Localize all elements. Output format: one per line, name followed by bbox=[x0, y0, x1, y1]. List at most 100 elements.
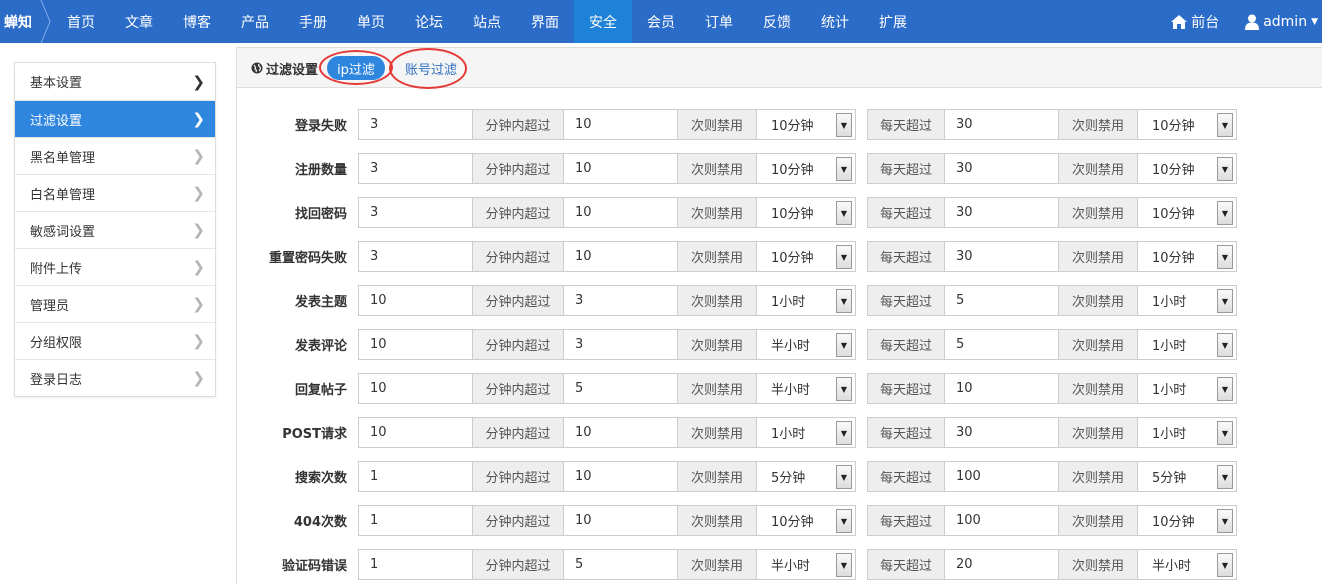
dropdown-arrow-icon[interactable]: ▼ bbox=[1217, 509, 1233, 533]
times-input[interactable]: 3 bbox=[563, 329, 678, 360]
sidebar-item[interactable]: 基本设置 ❯ bbox=[15, 63, 215, 100]
times-input[interactable]: 5 bbox=[563, 549, 678, 580]
times-input[interactable]: 3 bbox=[563, 285, 678, 316]
sidebar-item[interactable]: 过滤设置 ❯ bbox=[15, 100, 215, 137]
minutes-input[interactable]: 3 bbox=[358, 241, 473, 272]
dropdown-arrow-icon[interactable]: ▼ bbox=[1217, 113, 1233, 137]
times-input[interactable]: 10 bbox=[563, 417, 678, 448]
minutes-input[interactable]: 1 bbox=[358, 505, 473, 536]
nav-item[interactable]: 文章 bbox=[110, 0, 168, 43]
daily-input[interactable]: 30 bbox=[944, 197, 1059, 228]
daily-input[interactable]: 5 bbox=[944, 285, 1059, 316]
front-link[interactable]: 前台 bbox=[1171, 12, 1219, 32]
daily-input[interactable]: 100 bbox=[944, 461, 1059, 492]
times-input[interactable]: 10 bbox=[563, 241, 678, 272]
times-input[interactable]: 10 bbox=[563, 505, 678, 536]
daily-over-addon: 每天超过 bbox=[867, 153, 945, 184]
minutes-input[interactable]: 10 bbox=[358, 417, 473, 448]
dropdown-arrow-icon[interactable]: ▼ bbox=[1217, 553, 1233, 577]
dropdown-arrow-icon[interactable]: ▼ bbox=[836, 553, 852, 577]
sidebar-item[interactable]: 白名单管理 ❯ bbox=[15, 174, 215, 211]
nav-item[interactable]: 博客 bbox=[168, 0, 226, 43]
nav-item[interactable]: 扩展 bbox=[864, 0, 922, 43]
dropdown-arrow-icon[interactable]: ▼ bbox=[1217, 421, 1233, 445]
nav-item[interactable]: 论坛 bbox=[400, 0, 458, 43]
nav-item[interactable]: 首页 bbox=[52, 0, 110, 43]
daily-over-addon: 每天超过 bbox=[867, 505, 945, 536]
minutes-over-addon: 分钟内超过 bbox=[472, 197, 564, 228]
dropdown-arrow-icon[interactable]: ▼ bbox=[836, 333, 852, 357]
dropdown-arrow-icon[interactable]: ▼ bbox=[836, 377, 852, 401]
then-ban-addon: 次则禁用 bbox=[677, 153, 757, 184]
minutes-input[interactable]: 3 bbox=[358, 197, 473, 228]
panel-title-text: 过滤设置 bbox=[266, 62, 319, 78]
minutes-input[interactable]: 3 bbox=[358, 153, 473, 184]
nav-item[interactable]: 单页 bbox=[342, 0, 400, 43]
sidebar-item[interactable]: 黑名单管理 ❯ bbox=[15, 137, 215, 174]
nav-item[interactable]: 安全 bbox=[574, 0, 632, 43]
nav-item[interactable]: 订单 bbox=[690, 0, 748, 43]
dropdown-arrow-icon[interactable]: ▼ bbox=[836, 465, 852, 489]
daily-input[interactable]: 5 bbox=[944, 329, 1059, 360]
daily-input[interactable]: 100 bbox=[944, 505, 1059, 536]
nav-item[interactable]: 反馈 bbox=[748, 0, 806, 43]
user-menu[interactable]: admin ▼ bbox=[1245, 14, 1318, 30]
minutes-input[interactable]: 1 bbox=[358, 549, 473, 580]
then-ban-addon: 次则禁用 bbox=[1058, 109, 1138, 140]
dropdown-arrow-icon[interactable]: ▼ bbox=[836, 289, 852, 313]
times-input[interactable]: 5 bbox=[563, 373, 678, 404]
dropdown-arrow-icon[interactable]: ▼ bbox=[836, 113, 852, 137]
daily-input[interactable]: 10 bbox=[944, 373, 1059, 404]
sidebar-item[interactable]: 登录日志 ❯ bbox=[15, 359, 215, 396]
sidebar-item[interactable]: 管理员 ❯ bbox=[15, 285, 215, 322]
nav-item[interactable]: 手册 bbox=[284, 0, 342, 43]
tab-account-filter[interactable]: 账号过滤 bbox=[397, 56, 465, 80]
dropdown-arrow-icon[interactable]: ▼ bbox=[836, 157, 852, 181]
daily-over-addon: 每天超过 bbox=[867, 373, 945, 404]
times-input[interactable]: 10 bbox=[563, 153, 678, 184]
dropdown-arrow-icon[interactable]: ▼ bbox=[836, 421, 852, 445]
minutes-over-addon: 分钟内超过 bbox=[472, 417, 564, 448]
dropdown-arrow-icon[interactable]: ▼ bbox=[1217, 377, 1233, 401]
panel-title: 过滤设置 bbox=[251, 48, 318, 88]
dropdown-arrow-icon[interactable]: ▼ bbox=[1217, 157, 1233, 181]
nav-item[interactable]: 站点 bbox=[458, 0, 516, 43]
times-input[interactable]: 10 bbox=[563, 197, 678, 228]
dropdown-arrow-icon[interactable]: ▼ bbox=[1217, 465, 1233, 489]
dropdown-arrow-icon[interactable]: ▼ bbox=[836, 245, 852, 269]
dropdown-arrow-icon[interactable]: ▼ bbox=[1217, 201, 1233, 225]
then-ban-addon: 次则禁用 bbox=[1058, 549, 1138, 580]
sidebar-item[interactable]: 分组权限 ❯ bbox=[15, 322, 215, 359]
nav-item[interactable]: 产品 bbox=[226, 0, 284, 43]
nav-item[interactable]: 会员 bbox=[632, 0, 690, 43]
daily-over-addon: 每天超过 bbox=[867, 549, 945, 580]
nav-item[interactable]: 界面 bbox=[516, 0, 574, 43]
user-icon bbox=[1245, 14, 1260, 30]
times-input[interactable]: 10 bbox=[563, 109, 678, 140]
then-ban-addon: 次则禁用 bbox=[677, 285, 757, 316]
dropdown-arrow-icon[interactable]: ▼ bbox=[1217, 245, 1233, 269]
daily-input[interactable]: 20 bbox=[944, 549, 1059, 580]
filter-row: 404次数 1 分钟内超过 10 次则禁用 10分钟 ▼ 每天超过 100 次则禁用 10分钟 ▼ bbox=[237, 505, 1322, 536]
dropdown-arrow-icon[interactable]: ▼ bbox=[1217, 289, 1233, 313]
tab-ip-filter[interactable]: ip过滤 bbox=[327, 56, 385, 80]
daily-input[interactable]: 30 bbox=[944, 241, 1059, 272]
dropdown-arrow-icon[interactable]: ▼ bbox=[1217, 333, 1233, 357]
minutes-input[interactable]: 3 bbox=[358, 109, 473, 140]
sidebar-item-label: 分组权限 bbox=[30, 335, 83, 351]
minutes-input[interactable]: 10 bbox=[358, 373, 473, 404]
dropdown-arrow-icon[interactable]: ▼ bbox=[836, 201, 852, 225]
then-ban-addon: 次则禁用 bbox=[1058, 241, 1138, 272]
daily-input[interactable]: 30 bbox=[944, 109, 1059, 140]
sidebar-item[interactable]: 敏感词设置 ❯ bbox=[15, 211, 215, 248]
dropdown-arrow-icon[interactable]: ▼ bbox=[836, 509, 852, 533]
times-input[interactable]: 10 bbox=[563, 461, 678, 492]
minutes-input[interactable]: 10 bbox=[358, 285, 473, 316]
minutes-input[interactable]: 1 bbox=[358, 461, 473, 492]
daily-input[interactable]: 30 bbox=[944, 417, 1059, 448]
sidebar-item[interactable]: 附件上传 ❯ bbox=[15, 248, 215, 285]
minutes-input[interactable]: 10 bbox=[358, 329, 473, 360]
nav-item[interactable]: 统计 bbox=[806, 0, 864, 43]
chevron-right-icon: ❯ bbox=[192, 184, 205, 202]
daily-input[interactable]: 30 bbox=[944, 153, 1059, 184]
